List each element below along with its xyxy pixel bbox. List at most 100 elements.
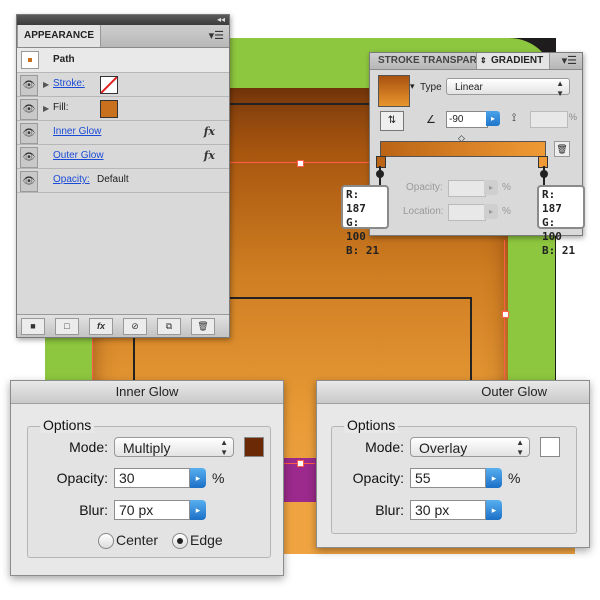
panel-menu-icon[interactable]: ▾☰ <box>562 54 577 67</box>
opacity-percent: % <box>212 470 225 486</box>
angle-icon: ∠ <box>426 114 436 126</box>
opacity-label: Opacity: <box>56 470 108 486</box>
add-stroke-icon[interactable]: ■ <box>21 318 45 335</box>
fx-icon: fx <box>203 125 215 138</box>
opacity-link[interactable]: Opacity: <box>53 174 90 185</box>
stop-opacity-percent: % <box>502 182 511 193</box>
right-stop-g: G: 100 <box>542 216 562 243</box>
aspect-ratio-input <box>530 111 568 128</box>
selection-handle-bottom[interactable] <box>297 460 304 467</box>
visibility-eye-icon[interactable]: 👁 <box>20 123 38 144</box>
stop-leader-dot-right <box>540 170 548 178</box>
add-effect-fx-icon[interactable]: fx <box>89 318 113 335</box>
opacity-percent: % <box>508 470 521 486</box>
stroke-link[interactable]: Stroke: <box>53 78 85 89</box>
reverse-gradient-icon[interactable]: ⇅ <box>380 111 404 131</box>
outer-glow-link[interactable]: Outer Glow <box>53 150 104 161</box>
visibility-eye-icon[interactable]: 👁 <box>20 99 38 120</box>
tab-appearance[interactable]: APPEARANCE <box>17 25 102 47</box>
visibility-eye-icon[interactable]: 👁 <box>20 75 38 96</box>
panel-menu-icon[interactable]: ▾☰ <box>209 29 224 42</box>
left-stop-rgb-tooltip: R: 187 G: 100 B: 21 <box>341 185 389 257</box>
center-radio-label[interactable]: Center <box>116 532 158 548</box>
tab-stepper-icon: ⇕ <box>480 56 487 65</box>
gradient-tabbar: STROKE TRANSPARE ⇕ GRADIENT ▾☰ <box>370 53 582 70</box>
angle-input[interactable]: -90 <box>446 111 488 128</box>
blur-stepper-icon[interactable]: ▸ <box>486 500 502 520</box>
gradient-slider-bar[interactable] <box>380 141 546 157</box>
stop-location-input <box>448 204 486 221</box>
appearance-panel-titlebar[interactable]: ◂◂ <box>17 15 229 25</box>
path-thumbnail-dot <box>28 58 32 62</box>
opacity-value: Default <box>97 174 129 185</box>
blur-label: Blur: <box>79 502 108 518</box>
add-fill-icon[interactable]: □ <box>55 318 79 335</box>
expand-triangle-icon[interactable]: ▶ <box>43 80 49 89</box>
inner-glow-mode-select[interactable]: Multiply ▲ ▼ <box>114 437 234 457</box>
gradient-type-select[interactable]: Linear ▲ ▼ <box>446 78 570 98</box>
appearance-object-row[interactable]: Path <box>17 48 229 73</box>
mode-label: Mode: <box>365 439 404 455</box>
aspect-percent: % <box>569 112 578 122</box>
visibility-eye-icon[interactable]: 👁 <box>20 147 38 168</box>
opacity-label: Opacity: <box>352 470 404 486</box>
outer-glow-row[interactable]: 👁 Outer Glow fx <box>17 145 229 169</box>
opacity-row[interactable]: 👁 Opacity: Default <box>17 169 229 193</box>
outer-glow-opacity-input[interactable]: 55 <box>410 468 486 488</box>
options-group-title: Options <box>40 417 95 433</box>
blur-stepper-icon[interactable]: ▸ <box>190 500 206 520</box>
selection-handle-top[interactable] <box>297 160 304 167</box>
stop-opacity-stepper-icon: ▸ <box>484 180 498 195</box>
edge-radio-label[interactable]: Edge <box>190 532 223 548</box>
leader-line-outer-glow-v2 <box>470 297 472 381</box>
outer-glow-color-swatch[interactable] <box>540 437 560 457</box>
delete-stop-icon[interactable]: 🗑 <box>554 141 570 157</box>
appearance-bottom-toolbar: ■ □ fx ⊘ ⧉ 🗑 <box>17 314 229 337</box>
inner-glow-opacity-input[interactable]: 30 <box>114 468 190 488</box>
inner-glow-dialog-title[interactable]: Inner Glow <box>11 381 283 404</box>
outer-glow-options-group: Options Mode: Overlay ▲ ▼ Opacity: 55 ▸ %… <box>331 417 577 534</box>
clear-appearance-icon[interactable]: ⊘ <box>123 318 147 335</box>
right-stop-b: B: 21 <box>542 244 576 257</box>
selection-handle-right[interactable] <box>502 311 509 318</box>
gradient-dropdown-arrow-icon[interactable]: ▾ <box>410 81 415 92</box>
opacity-stepper-icon[interactable]: ▸ <box>486 468 502 488</box>
inner-glow-blur-input[interactable]: 70 px <box>114 500 190 520</box>
expand-triangle-icon[interactable]: ▶ <box>43 104 49 113</box>
path-thumbnail-icon <box>21 51 39 69</box>
inner-glow-color-swatch[interactable] <box>244 437 264 457</box>
fill-gradient-swatch[interactable] <box>100 100 118 118</box>
center-radio[interactable] <box>98 533 114 549</box>
outer-glow-dialog-title[interactable]: Outer Glow <box>317 381 589 404</box>
stop-opacity-input <box>448 180 486 197</box>
fx-icon: fx <box>203 149 215 162</box>
stop-location-label: Location: <box>403 206 444 217</box>
edge-radio[interactable] <box>172 533 188 549</box>
inner-glow-link[interactable]: Inner Glow <box>53 126 101 137</box>
select-arrows-icon: ▲ ▼ <box>220 438 228 457</box>
stroke-none-swatch[interactable] <box>100 76 118 94</box>
outer-glow-dialog: Outer Glow Options Mode: Overlay ▲ ▼ Opac… <box>316 380 590 548</box>
blur-label: Blur: <box>375 502 404 518</box>
fill-row[interactable]: 👁 ▶ Fill: <box>17 97 229 121</box>
left-stop-g: G: 100 <box>346 216 366 243</box>
inner-glow-row[interactable]: 👁 Inner Glow fx <box>17 121 229 145</box>
right-stop-rgb-tooltip: R: 187 G: 100 B: 21 <box>537 185 585 257</box>
left-stop-b: B: 21 <box>346 244 380 257</box>
trash-icon[interactable]: 🗑 <box>191 318 215 335</box>
appearance-tabbar: APPEARANCE ▾☰ <box>17 25 229 48</box>
visibility-eye-icon[interactable]: 👁 <box>20 171 38 192</box>
outer-glow-blur-input[interactable]: 30 px <box>410 500 486 520</box>
stop-opacity-label: Opacity: <box>406 182 443 193</box>
gradient-preview-swatch[interactable] <box>378 75 410 107</box>
outer-glow-mode-select[interactable]: Overlay ▲ ▼ <box>410 437 530 457</box>
gradient-stop-left[interactable] <box>376 156 386 168</box>
duplicate-item-icon[interactable]: ⧉ <box>157 318 181 335</box>
tab-gradient-label: GRADIENT <box>491 55 544 66</box>
stop-leader-dot-left <box>376 170 384 178</box>
stroke-row[interactable]: 👁 ▶ Stroke: <box>17 73 229 97</box>
tab-gradient[interactable]: ⇕ GRADIENT <box>476 53 551 69</box>
opacity-stepper-icon[interactable]: ▸ <box>190 468 206 488</box>
collapse-icon[interactable]: ◂◂ <box>217 15 225 25</box>
angle-stepper-icon[interactable]: ▸ <box>486 111 500 126</box>
